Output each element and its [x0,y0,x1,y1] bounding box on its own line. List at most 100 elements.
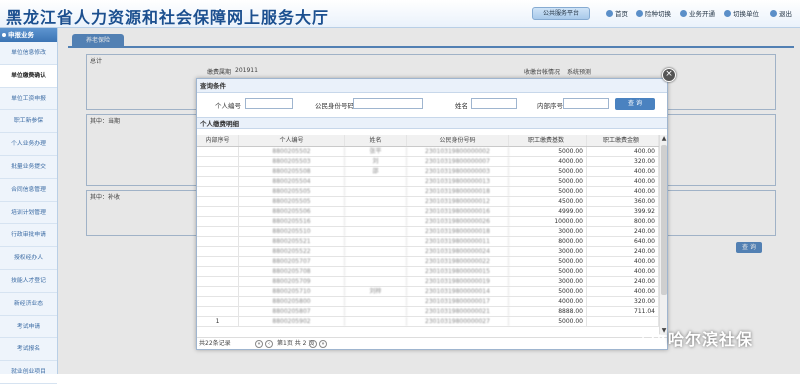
sidebar-item[interactable]: 技能人才登记 [0,270,57,293]
cell-base: 8000.00 [509,237,587,246]
name-label: 姓名 [455,102,468,110]
nav-switch-insurance[interactable]: 险种切换 [636,8,671,18]
cell-name [345,317,407,326]
col-base[interactable]: 职工缴费基数 [509,135,587,146]
nav-business[interactable]: 业务开通 [680,8,715,18]
first-page-icon[interactable]: « [255,340,263,348]
cell-id-no: 23010319800000024 [407,247,509,256]
cell-amount [587,317,659,326]
cell-seq [197,207,239,216]
sidebar-item[interactable]: 个人业务办理 [0,133,57,156]
table-row[interactable]: 8800205505 23010319800000012 4500.00 360.00 [197,197,659,207]
cell-id-no: 23010319800000014 [407,287,509,296]
cell-amount: 400.00 [587,167,659,176]
cell-id-no: 23010319800000016 [407,207,509,216]
detail-list-title: 个人缴费明细 [197,117,667,129]
table-row[interactable]: 8800205516 23010319800000026 10000.00 800.0… [197,217,659,227]
home-icon [606,9,613,17]
cell-name [345,247,407,256]
table-row[interactable]: 8800205710 刘梓 23010319800000014 5000.00 400.… [197,287,659,297]
query-button[interactable]: 查 询 [615,98,655,110]
cell-person-no: 8800205710 [239,287,345,296]
table-row[interactable]: 8800205510 23010319800000018 3000.00 240.00 [197,227,659,237]
table-row[interactable]: 8800205800 23010319800000017 4000.00 320.00 [197,297,659,307]
col-amount[interactable]: 职工缴费金额 [587,135,659,146]
nav-exit[interactable]: 退出 [770,8,792,18]
cell-id-no: 23010319800000012 [407,197,509,206]
pager: 共22条记录 « ‹ 第1页 共 2 页 › » [197,337,667,349]
cell-id-no: 23010319800000017 [407,297,509,306]
scroll-thumb[interactable] [661,145,667,295]
cell-seq [197,277,239,286]
platform-button[interactable]: 公共服务平台 [532,7,590,20]
cell-amount: 240.00 [587,247,659,256]
col-name[interactable]: 姓名 [345,135,407,146]
scroll-up-icon[interactable]: ▲ [660,135,668,143]
nav-home[interactable]: 首页 [606,8,628,18]
col-seq[interactable]: 内部序号 [197,135,239,146]
sidebar-item[interactable]: 单位工资申报 [0,88,57,111]
table-row[interactable]: 8800205504 23010319800000013 5000.00 400.00 [197,177,659,187]
sidebar-item[interactable]: 合同信息管理 [0,179,57,202]
cell-base: 3000.00 [509,227,587,236]
table-scrollbar[interactable]: ▲ ▼ [659,135,667,335]
name-input[interactable] [471,98,517,109]
sidebar-item[interactable]: 职工新参保 [0,110,57,134]
sidebar-item[interactable]: 授权经办人 [0,247,57,270]
col-person-no[interactable]: 个人编号 [239,135,345,146]
table-row[interactable]: 8800205709 23010319800000019 3000.00 240.00 [197,277,659,287]
sidebar-item[interactable]: 就业创业项目 [0,361,57,384]
cell-base: 5000.00 [509,317,587,326]
table-row[interactable]: 8800205503 刘 23010319800000007 4000.00 320.0… [197,157,659,167]
prev-page-icon[interactable]: ‹ [265,340,273,348]
cell-base: 4999.00 [509,207,587,216]
table-row[interactable]: 8800205522 23010319800000024 3000.00 240.00 [197,247,659,257]
sidebar-title[interactable]: 申报业务 [0,28,57,42]
sidebar-item[interactable]: 行政审批申请 [0,224,57,248]
sidebar-item[interactable]: 单位信息修改 [0,42,57,65]
table-row[interactable]: 8800205506 23010319800000016 4999.00 399.92 [197,207,659,217]
cell-amount: 320.00 [587,297,659,306]
person-no-input[interactable] [245,98,293,109]
table-row[interactable]: 8800205521 23010319800000011 8000.00 640.00 [197,237,659,247]
nav-business-label: 业务开通 [689,10,715,18]
cell-amount: 400.00 [587,287,659,296]
seq-input[interactable] [563,98,609,109]
nav-switch-unit[interactable]: 切换单位 [724,8,759,18]
table-row[interactable]: 8800205707 23010319800000022 5000.00 400.00 [197,257,659,267]
sidebar-item[interactable]: 培训计划管理 [0,202,57,225]
table-row[interactable]: 8800205502 张平 23010319800000002 5000.00 400.… [197,147,659,157]
nav-switch-label: 险种切换 [645,10,671,18]
cell-amount: 400.00 [587,177,659,186]
cell-seq [197,157,239,166]
wechat-icon [642,330,665,346]
sidebar-item[interactable]: 新经济业态 [0,293,57,316]
sidebar-item-active[interactable]: 单位缴费确认 [0,64,57,88]
sidebar-item[interactable]: 考试申请 [0,316,57,339]
close-icon[interactable]: × [662,68,676,82]
col-id-no[interactable]: 公民身份号码 [407,135,509,146]
cell-id-no: 23010319800000013 [407,177,509,186]
cell-amount: 360.00 [587,197,659,206]
cell-base: 5000.00 [509,267,587,276]
table-row[interactable]: 1 8800205902 23010319800000027 5000.00 [197,317,659,327]
query-conditions-title: 查询条件 [197,79,667,93]
table-row[interactable]: 8800205508 邵 23010319800000003 5000.00 400.0… [197,167,659,177]
cell-person-no: 8800205707 [239,257,345,266]
cell-person-no: 8800205800 [239,297,345,306]
cell-name [345,177,407,186]
cell-name [345,227,407,236]
sidebar-item[interactable]: 考试报名 [0,338,57,362]
sidebar-item[interactable]: 批量业务提交 [0,156,57,179]
table-row[interactable]: 8800205505 23010319800000018 5000.00 400.00 [197,187,659,197]
site-title: 黑龙江省人力资源和社会保障网上服务大厅 [6,8,330,27]
next-page-icon[interactable]: › [309,340,317,348]
id-no-input[interactable] [353,98,423,109]
table-row[interactable]: 8800205708 23010319800000015 5000.00 400.00 [197,267,659,277]
cell-person-no: 8800205510 [239,227,345,236]
last-page-icon[interactable]: » [319,340,327,348]
sidebar-title-label: 申报业务 [8,31,34,39]
cell-name [345,267,407,276]
table-row[interactable]: 8800205807 23010319800000021 8888.00 711.04 [197,307,659,317]
cell-name [345,277,407,286]
